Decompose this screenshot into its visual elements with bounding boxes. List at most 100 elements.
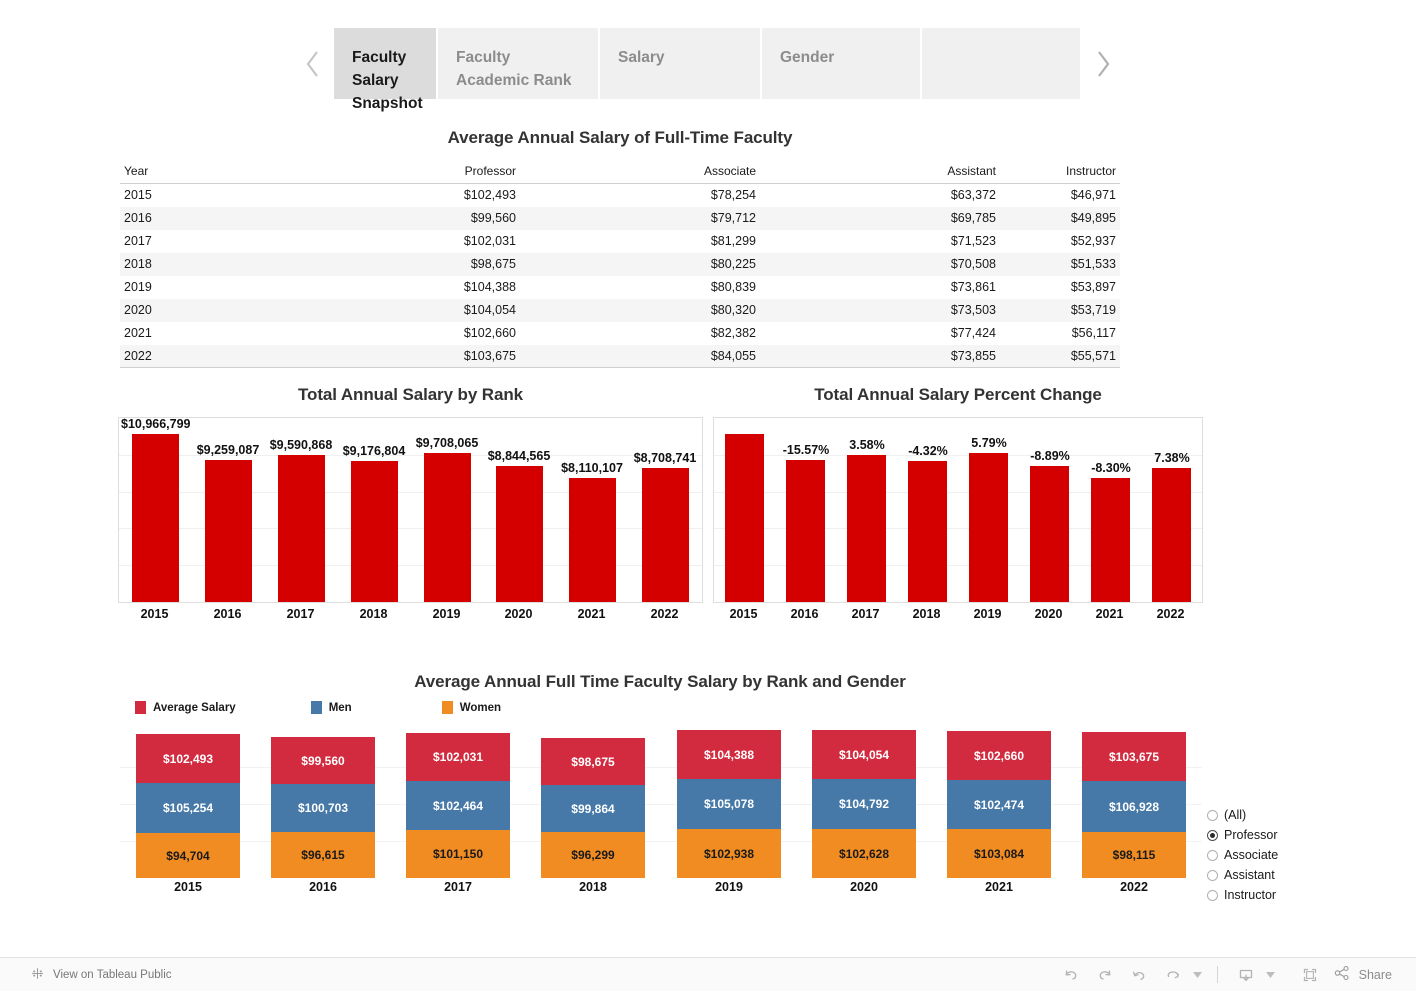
stacked-segment-average-salary-2019[interactable]: $104,388 [677, 730, 781, 779]
undo-icon[interactable] [1054, 962, 1088, 988]
legend-swatch [441, 701, 453, 714]
bar-label-2016: -15.57% [782, 443, 830, 457]
view-on-tableau-public-link[interactable]: View on Tableau Public [30, 966, 172, 984]
stacked-segment-women-2015[interactable]: $94,704 [136, 833, 240, 878]
bar-2016[interactable] [205, 460, 252, 602]
tab-overflow[interactable] [922, 28, 1080, 99]
stacked-segment-men-2018[interactable]: $99,864 [541, 785, 645, 832]
stacked-segment-women-2021[interactable]: $103,084 [947, 829, 1051, 878]
stacked-segment-women-2018[interactable]: $96,299 [541, 832, 645, 878]
tab-faculty-academic-rank[interactable]: Faculty Academic Rank [438, 28, 598, 99]
table-row[interactable]: 2015 $102,493 $78,254 $63,372 $46,971 [120, 184, 1120, 207]
bar-2020[interactable] [1030, 466, 1069, 602]
redo-icon[interactable] [1088, 962, 1122, 988]
cell-salary: $79,712 [710, 211, 756, 225]
cell-salary: $77,424 [950, 326, 996, 340]
bar-2021[interactable] [569, 478, 616, 602]
stacked-segment-men-2019[interactable]: $105,078 [677, 779, 781, 829]
share-button[interactable]: Share [1327, 964, 1406, 985]
stacked-segment-men-2022[interactable]: $106,928 [1082, 781, 1186, 832]
col-header-associate: Associate [520, 162, 760, 184]
cell-salary: $52,937 [1070, 234, 1116, 248]
table-row[interactable]: 2017 $102,031 $81,299 $71,523 $52,937 [120, 230, 1120, 253]
bar-label-2021: -8.30% [1091, 461, 1131, 475]
table-row[interactable]: 2020 $104,054 $80,320 $73,503 $53,719 [120, 298, 1120, 322]
stacked-segment-men-2016[interactable]: $100,703 [271, 784, 375, 832]
stacked-segment-men-2017[interactable]: $102,464 [406, 781, 510, 830]
table-row[interactable]: 2021 $102,660 $82,382 $77,424 $56,117 [120, 322, 1120, 345]
stacked-segment-average-salary-2020[interactable]: $104,054 [812, 730, 916, 779]
stacked-segment-women-2017[interactable]: $101,150 [406, 830, 510, 878]
bar-2015[interactable] [725, 434, 764, 602]
tab-label: Salary [618, 49, 665, 66]
bar-2015[interactable] [132, 434, 179, 602]
table-row[interactable]: 2018 $98,675 $80,225 $70,508 $51,533 [120, 252, 1120, 276]
bar-2020[interactable] [496, 466, 543, 602]
tableau-link-label: View on Tableau Public [53, 968, 172, 981]
refresh-icon[interactable] [1156, 962, 1190, 988]
stacked-segment-average-salary-2015[interactable]: $102,493 [136, 734, 240, 783]
bar-2022[interactable] [642, 468, 689, 602]
legend-item-average-salary[interactable]: Average Salary [135, 701, 236, 714]
stacked-segment-average-salary-2018[interactable]: $98,675 [541, 738, 645, 785]
cell-salary: $82,382 [710, 326, 756, 340]
download-icon[interactable] [1229, 962, 1263, 988]
stacked-segment-average-salary-2016[interactable]: $99,560 [271, 737, 375, 784]
stacked-segment-men-2020[interactable]: $104,792 [812, 779, 916, 829]
col-header-year: Year [120, 162, 290, 184]
cell-salary: $63,372 [950, 188, 996, 202]
stacked-segment-women-2019[interactable]: $102,938 [677, 829, 781, 878]
stacked-segment-women-2022[interactable]: $98,115 [1082, 832, 1186, 878]
stacked-segment-men-2021[interactable]: $102,474 [947, 780, 1051, 829]
bar-2021[interactable] [1091, 478, 1130, 602]
table-row[interactable]: 2022 $103,675 $84,055 $73,855 $55,571 [120, 344, 1120, 368]
table-row[interactable]: 2019 $104,388 $80,839 $73,861 $53,897 [120, 276, 1120, 299]
stacked-segment-average-salary-2022[interactable]: $103,675 [1082, 732, 1186, 781]
cell-salary: $55,571 [1000, 344, 1120, 368]
bar-label-2017: 3.58% [849, 438, 885, 452]
revert-icon[interactable] [1122, 962, 1156, 988]
stacked-column-2015: $102,493 $105,254 $94,704 [136, 734, 240, 878]
bar-2019[interactable] [424, 453, 471, 602]
table-row[interactable]: 2016 $99,560 $79,712 $69,785 $49,895 [120, 206, 1120, 230]
table-header-row: Year Professor Associate Assistant Instr… [120, 162, 1120, 184]
bar-label-2018: $9,176,804 [342, 444, 406, 458]
cell-salary: $49,895 [1070, 211, 1116, 225]
tabs-prev-arrow-icon[interactable] [292, 28, 334, 99]
x-tick-2019: 2019 [715, 880, 743, 894]
stacked-segment-men-2015[interactable]: $105,254 [136, 783, 240, 833]
cell-salary: $81,299 [710, 234, 756, 248]
bar-2022[interactable] [1152, 468, 1191, 602]
bar-2018[interactable] [908, 461, 947, 602]
legend-item-women[interactable]: Women [441, 701, 501, 714]
bar-2016[interactable] [786, 460, 825, 602]
bar-label-2022: 7.38% [1154, 451, 1190, 465]
stacked-column-2020: $104,054 $104,792 $102,628 [812, 730, 916, 878]
tab-label: Faculty Salary Snapshot [352, 49, 423, 112]
refresh-caret-down-icon[interactable] [1190, 971, 1206, 978]
tabs-next-arrow-icon[interactable] [1082, 28, 1124, 99]
bar-2018[interactable] [351, 461, 398, 602]
legend-swatch [135, 701, 146, 714]
stacked-segment-women-2020[interactable]: $102,628 [812, 829, 916, 878]
crosstab-title: Average Annual Salary of Full-Time Facul… [447, 128, 793, 147]
fullscreen-icon[interactable] [1293, 962, 1327, 988]
stacked-segment-average-salary-2017[interactable]: $102,031 [406, 733, 510, 781]
x-tick-2022: 2022 [1156, 607, 1185, 621]
tab-faculty-salary-snapshot[interactable]: Faculty Salary Snapshot [334, 28, 436, 112]
legend-item-men[interactable]: Men [310, 701, 352, 714]
bar-2017[interactable] [278, 455, 325, 602]
stacked-segment-average-salary-2021[interactable]: $102,660 [947, 731, 1051, 780]
cell-salary: $98,675 [470, 257, 516, 271]
bar-2017[interactable] [847, 455, 886, 602]
bar-2019[interactable] [969, 453, 1008, 602]
bar-label-2016: $9,259,087 [196, 443, 260, 457]
cell-salary: $69,785 [950, 211, 996, 225]
stacked-segment-women-2016[interactable]: $96,615 [271, 832, 375, 878]
viz-total-annual-salary-by-rank: Total Annual Salary by Rank $10,966,799 $… [118, 385, 703, 627]
x-tick-2017: 2017 [444, 880, 472, 894]
tab-salary[interactable]: Salary [600, 28, 760, 99]
cell-year: 2020 [124, 303, 152, 317]
download-caret-down-icon[interactable] [1263, 971, 1279, 978]
tab-gender[interactable]: Gender [762, 28, 920, 99]
